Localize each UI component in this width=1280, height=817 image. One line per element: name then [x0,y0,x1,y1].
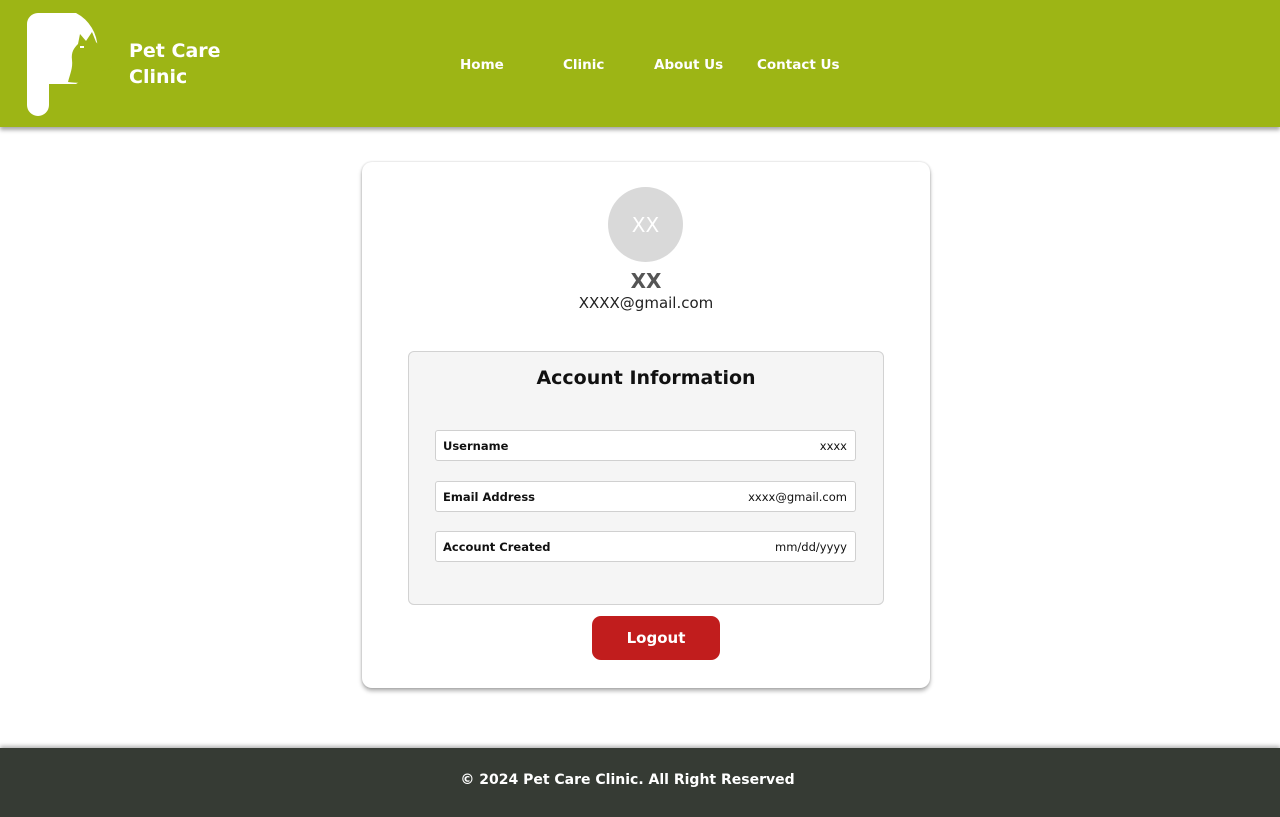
account-created-value: mm/dd/yyyy [775,539,847,554]
username-row: Username xxxx [435,430,856,461]
account-created-label: Account Created [443,539,551,554]
email-address-row: Email Address xxxx@gmail.com [435,481,856,512]
logout-button[interactable]: Logout [592,616,720,660]
username-value: xxxx [819,438,847,453]
nav-about-us[interactable]: About Us [654,55,723,75]
account-information-panel: Account Information Username xxxx Email … [408,351,884,605]
username-label: Username [443,438,509,453]
email-address-label: Email Address [443,489,536,504]
avatar: XX [608,187,683,262]
nav-clinic[interactable]: Clinic [563,55,604,75]
profile-email: XXXX@gmail.com [578,294,714,312]
nav-home[interactable]: Home [460,55,504,75]
site-footer: © 2024 Pet Care Clinic. All Right Reserv… [0,748,1280,817]
account-information-title: Account Information [536,367,756,389]
site-header: Pet Care Clinic Home Clinic About Us Con… [0,0,1280,127]
profile-card: XX XX XXXX@gmail.com Account Information… [362,162,930,688]
email-address-value: xxxx@gmail.com [748,489,847,504]
main-nav: Home Clinic About Us Contact Us [0,55,1280,77]
profile-name: XX [630,269,662,293]
account-created-row: Account Created mm/dd/yyyy [435,531,856,562]
footer-copyright: © 2024 Pet Care Clinic. All Right Reserv… [460,772,795,788]
nav-contact-us[interactable]: Contact Us [757,55,840,75]
profile-page: Pet Care Clinic Home Clinic About Us Con… [0,0,1280,817]
